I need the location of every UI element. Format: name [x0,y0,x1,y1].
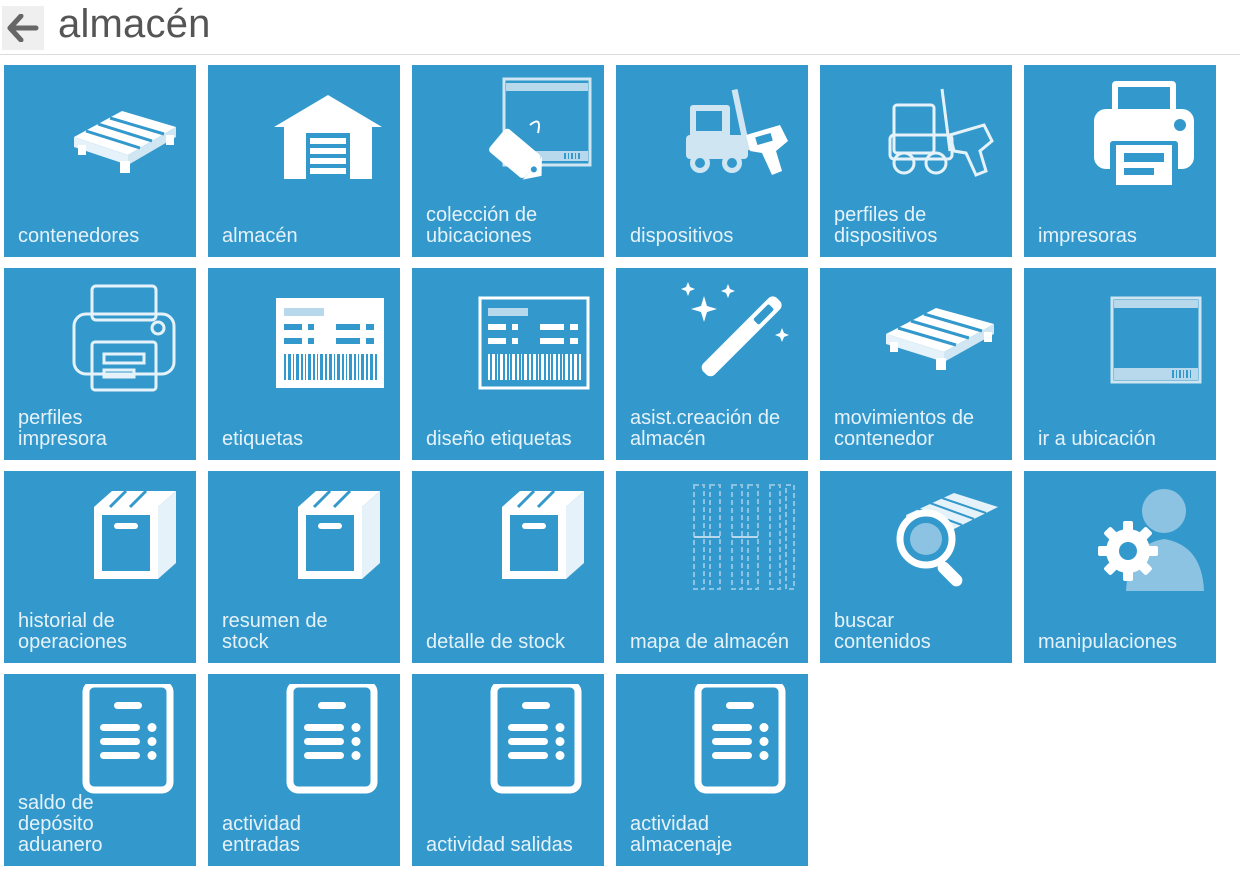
tile-contenedores[interactable]: contenedores [4,65,196,257]
forklift-scanner-icon [676,75,796,195]
tile-label: historial de operaciones [18,610,127,653]
tile-asist-creación-de-almacén[interactable]: asist.creación de almacén [616,268,808,460]
document-list-icon [472,680,592,804]
tile-label: asist.creación de almacén [630,407,781,450]
user-gear-icon [1084,481,1204,601]
box-icon [472,481,592,601]
tile-label: impresoras [1038,225,1137,247]
tile-label: ir a ubicación [1038,428,1156,450]
tile-label: resumen de stock [222,610,328,653]
document-list-icon [676,680,796,804]
tile-etiquetas[interactable]: etiquetas [208,268,400,460]
tile-label: detalle de stock [426,631,565,653]
tile-movimientos-de-contenedor[interactable]: movimientos de contenedor [820,268,1012,460]
tile-resumen-de-stock[interactable]: resumen de stock [208,471,400,663]
tile-label: contenedores [18,225,140,247]
tile-label: buscar contenidos [834,610,931,653]
document-list-icon [268,680,388,804]
tile-label: manipulaciones [1038,631,1177,653]
box-icon [268,481,388,601]
tile-grid: contenedores almacén colección de ubicac… [4,65,1216,866]
tile-label: colección de ubicaciones [426,204,538,247]
tile-ir-a-ubicación[interactable]: ir a ubicación [1024,268,1216,460]
pallet-icon [64,75,184,195]
tile-perfiles-impresora[interactable]: perfiles impresora [4,268,196,460]
tile-mapa-de-almacén[interactable]: mapa de almacén [616,471,808,663]
printer-outline-icon [64,278,184,398]
tile-impresoras[interactable]: impresoras [1024,65,1216,257]
back-button[interactable] [2,6,44,50]
tile-label: actividad entradas [222,813,301,856]
barcode-label-outline-icon [472,278,592,398]
tile-diseño-etiquetas[interactable]: diseño etiquetas [412,268,604,460]
tile-label: mapa de almacén [630,631,789,653]
tile-label: diseño etiquetas [426,428,572,450]
tile-actividad-salidas[interactable]: actividad salidas [412,674,604,866]
tile-label: perfiles de dispositivos [834,204,938,247]
tile-saldo-de-depósito-aduanero[interactable]: saldo de depósito aduanero [4,674,196,866]
tile-label: perfiles impresora [18,407,107,450]
search-pallet-icon [880,481,1000,601]
tile-colección-de-ubicaciones[interactable]: colección de ubicaciones [412,65,604,257]
location-frame-icon [1084,278,1204,398]
location-tag-icon [472,75,592,195]
box-icon [64,481,184,601]
tile-label: actividad almacenaje [630,813,733,856]
tile-dispositivos[interactable]: dispositivos [616,65,808,257]
tile-buscar-contenidos[interactable]: buscar contenidos [820,471,1012,663]
tile-detalle-de-stock[interactable]: detalle de stock [412,471,604,663]
printer-icon [1084,75,1204,195]
tile-actividad-entradas[interactable]: actividad entradas [208,674,400,866]
tile-label: saldo de depósito aduanero [18,792,103,856]
pallet-move-icon [880,278,1000,398]
barcode-label-icon [268,278,388,398]
tile-almacén[interactable]: almacén [208,65,400,257]
tile-historial-de-operaciones[interactable]: historial de operaciones [4,471,196,663]
document-list-icon [64,680,184,804]
tile-manipulaciones[interactable]: manipulaciones [1024,471,1216,663]
warehouse-map-icon [676,481,796,601]
tile-label: movimientos de contenedor [834,407,975,450]
tile-label: dispositivos [630,225,734,247]
tile-label: etiquetas [222,428,304,450]
page-header: almacén [0,0,1240,55]
magic-wand-icon [676,278,796,398]
tile-label: actividad salidas [426,834,573,856]
warehouse-icon [268,75,388,195]
arrow-left-icon [7,14,39,42]
tile-actividad-almacenaje[interactable]: actividad almacenaje [616,674,808,866]
tile-perfiles-de-dispositivos[interactable]: perfiles de dispositivos [820,65,1012,257]
tile-label: almacén [222,225,298,247]
forklift-scanner-outline-icon [880,75,1000,195]
page-title: almacén [58,2,211,46]
